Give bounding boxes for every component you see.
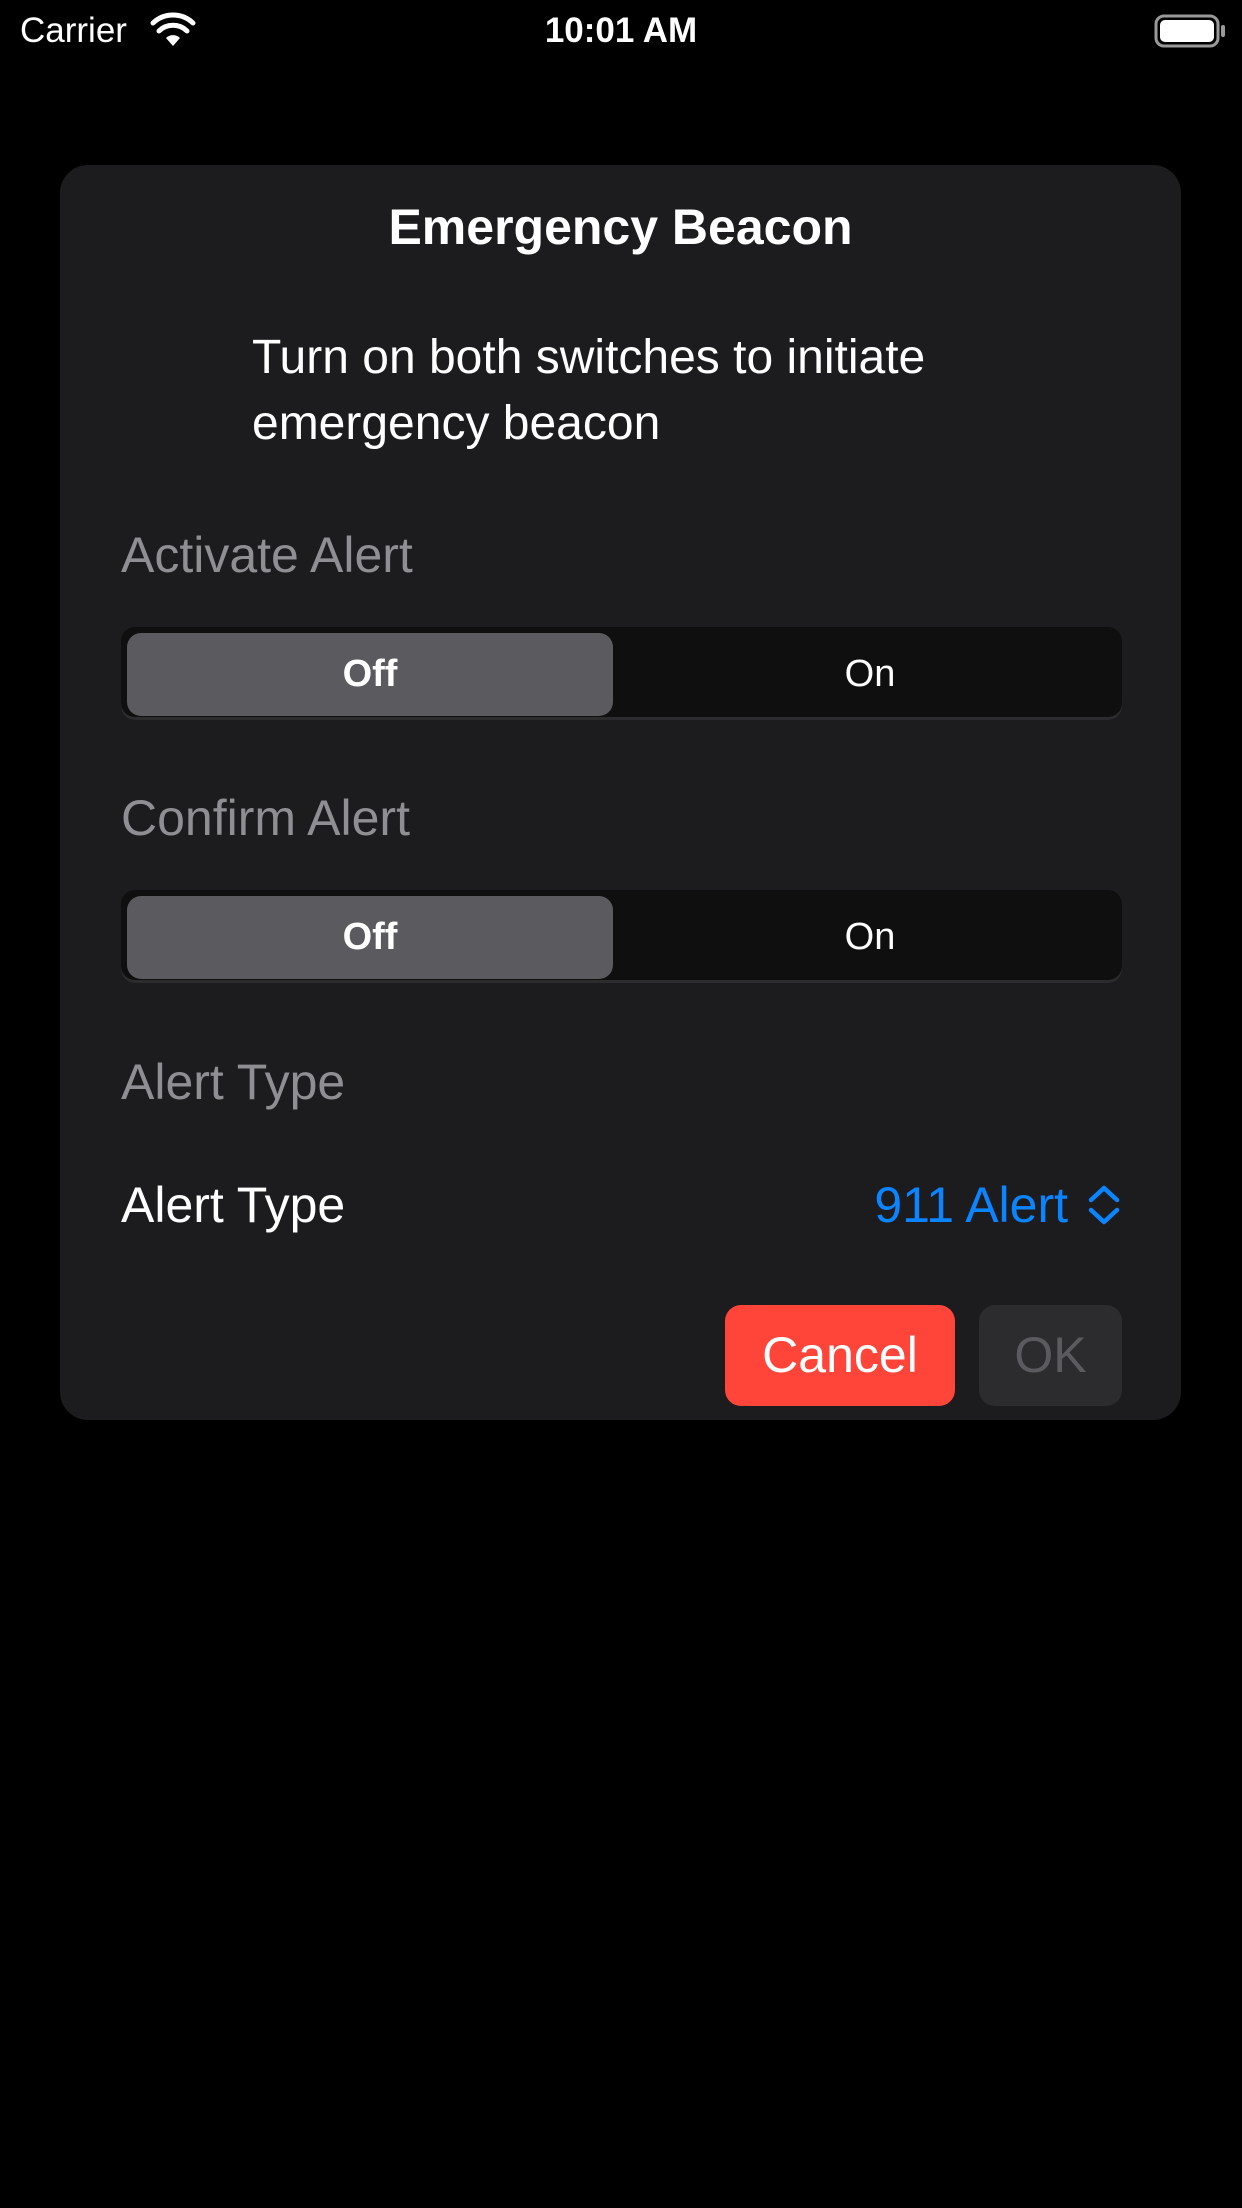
chevron-up-down-icon[interactable]	[1086, 1183, 1122, 1227]
alert-type-picker-label: Alert Type	[121, 1177, 346, 1233]
confirm-alert-off-option[interactable]: Off	[127, 896, 613, 979]
activate-alert-label: Activate Alert	[121, 527, 413, 583]
alert-type-picker-value[interactable]: 911 Alert	[874, 1165, 1068, 1245]
activate-alert-off-option[interactable]: Off	[127, 633, 613, 716]
activate-alert-segmented-control[interactable]: Off On	[121, 627, 1122, 720]
activate-alert-on-option[interactable]: On	[627, 633, 1113, 716]
emergency-beacon-dialog: Emergency Beacon Turn on both switches t…	[60, 165, 1181, 1420]
ok-button[interactable]: OK	[979, 1305, 1122, 1406]
clock-time: 10:01 AM	[544, 11, 698, 50]
confirm-alert-label: Confirm Alert	[121, 790, 410, 846]
confirm-alert-on-option[interactable]: On	[627, 896, 1113, 979]
cancel-button[interactable]: Cancel	[725, 1305, 955, 1406]
alert-type-section-label: Alert Type	[121, 1054, 346, 1110]
battery-icon	[1154, 14, 1228, 48]
dialog-message: Turn on both switches to initiate emerge…	[252, 331, 926, 450]
dialog-title: Emergency Beacon	[388, 199, 853, 255]
alert-type-picker[interactable]: Alert Type 911 Alert	[121, 1165, 1122, 1245]
status-bar: Carrier 10:01 AM	[0, 0, 1242, 62]
confirm-alert-segmented-control[interactable]: Off On	[121, 890, 1122, 983]
